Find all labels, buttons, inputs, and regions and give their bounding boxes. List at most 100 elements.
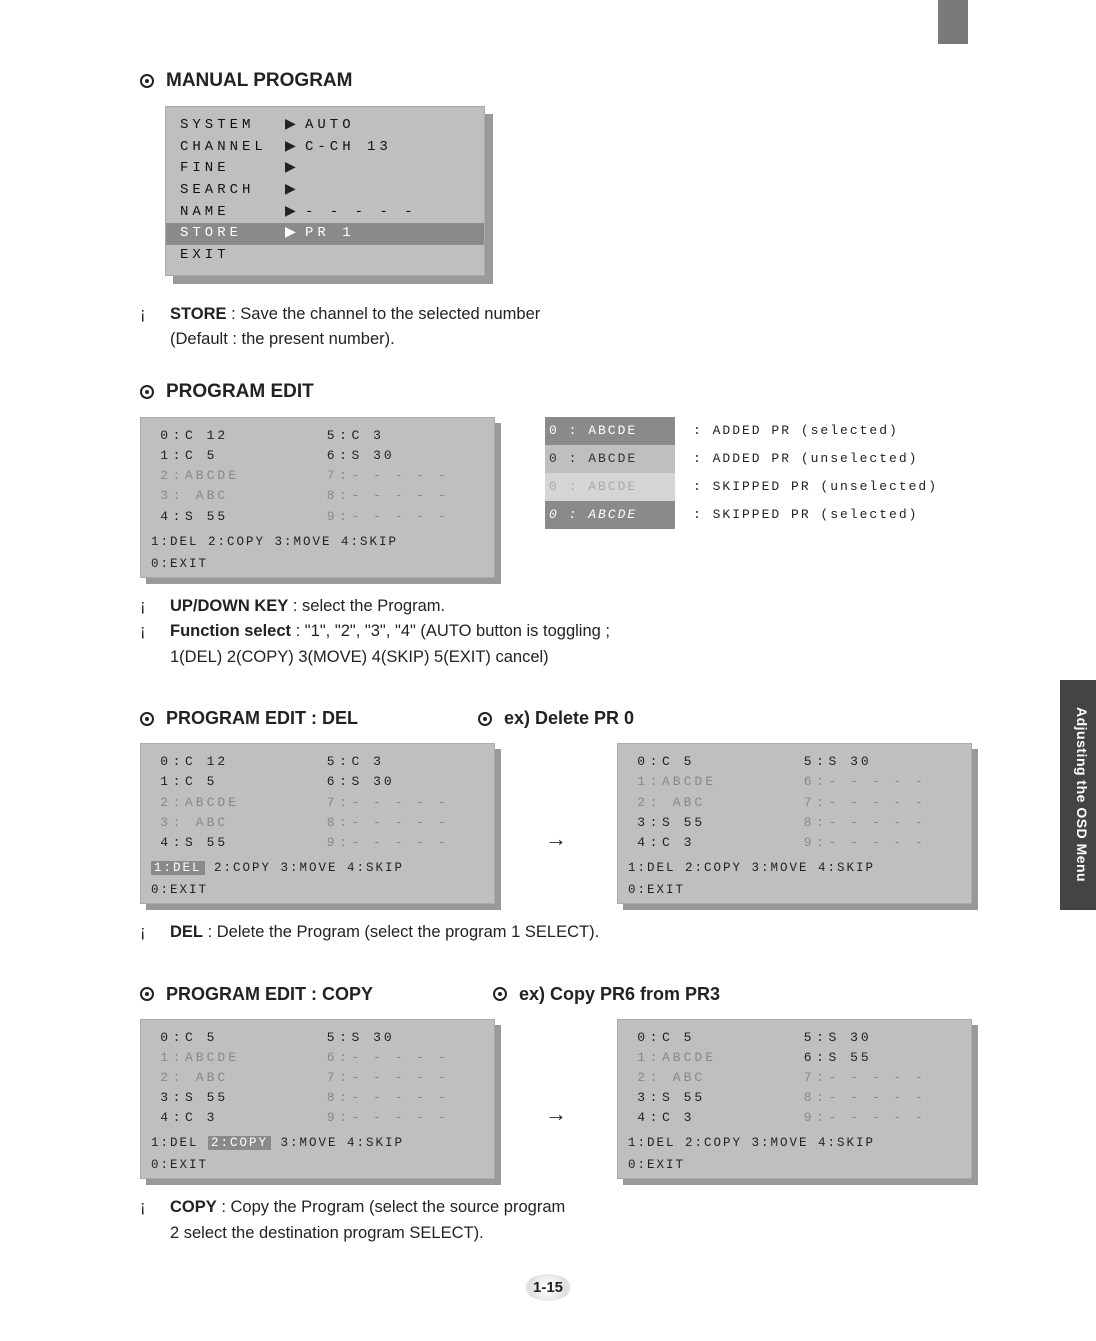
program-edit-grid: 0:C 121:C 52:ABCDE3: ABC4:S 55 5:C 36:S 3…: [140, 417, 495, 578]
arrow-right-icon: →: [545, 1101, 567, 1127]
note-text: : Save the channel to the selected numbe…: [227, 305, 541, 323]
grid-row: 2:ABCDE: [151, 466, 318, 486]
bullet-ring-icon: [140, 712, 154, 726]
grid-row: 8:- - - - -: [795, 813, 962, 833]
del-note: ¡ DEL : Delete the Program (select the p…: [140, 920, 956, 946]
grid-row: 0:C 12: [151, 752, 318, 772]
title-text: ex) Copy PR6 from PR3: [519, 984, 720, 1005]
menu-row: CHANNEL▶C-CH 13: [180, 137, 470, 159]
menu-row: SEARCH▶: [180, 180, 470, 202]
grid-row: 4:S 55: [151, 833, 318, 853]
del-titles: PROGRAM EDIT : DEL ex) Delete PR 0: [140, 698, 956, 743]
grid-row: 5:S 30: [795, 1028, 962, 1048]
grid-commands: 1:DEL 2:COPY 3:MOVE 4:SKIP: [628, 861, 961, 875]
grid-row: 5:C 3: [318, 426, 485, 446]
side-chapter-tab: Adjusting the OSD Menu: [1060, 680, 1096, 910]
legend-row: 0 : ABCDE: SKIPPED PR (unselected): [545, 473, 938, 501]
menu-row: EXIT: [180, 245, 470, 267]
menu-row: FINE▶: [180, 158, 470, 180]
grid-row: 7:- - - - -: [318, 1068, 485, 1088]
title-text: PROGRAM EDIT : DEL: [166, 708, 358, 729]
grid-commands: 1:DEL 2:COPY 3:MOVE 4:SKIP: [151, 535, 484, 549]
grid-row: 2: ABC: [628, 1068, 795, 1088]
grid-row: 1:ABCDE: [628, 1048, 795, 1068]
grid-row: 7:- - - - -: [795, 1068, 962, 1088]
grid-row: 4:C 3: [628, 833, 795, 853]
section-program-edit-title: PROGRAM EDIT: [140, 381, 956, 403]
grid-row: 5:S 30: [318, 1028, 485, 1048]
grid-row: 9:- - - - -: [795, 833, 962, 853]
grid-commands-exit: 0:EXIT: [628, 1158, 961, 1172]
grid-row: 5:S 30: [795, 752, 962, 772]
title-text: MANUAL PROGRAM: [166, 70, 352, 92]
grid-commands-exit: 0:EXIT: [151, 557, 484, 571]
grid-row: 9:- - - - -: [318, 833, 485, 853]
note-text: : "1", "2", "3", "4" (AUTO button is tog…: [291, 622, 610, 640]
title-text: PROGRAM EDIT: [166, 381, 314, 403]
grid-row: 3:S 55: [628, 813, 795, 833]
copy-note: ¡ COPY : Copy the Program (select the so…: [140, 1195, 956, 1246]
grid-row: 3:S 55: [628, 1088, 795, 1108]
section-copy-title: PROGRAM EDIT : COPY: [140, 984, 373, 1005]
bullet-ring-icon: [140, 74, 154, 88]
legend-row: 0 : ABCDE: SKIPPED PR (selected): [545, 501, 938, 529]
grid-row: 9:- - - - -: [795, 1108, 962, 1128]
grid-row: 1:C 5: [151, 772, 318, 792]
note-strong: DEL: [170, 923, 203, 941]
page-number: 1-15: [140, 1274, 956, 1301]
title-text: PROGRAM EDIT : COPY: [166, 984, 373, 1005]
program-edit-grid-wrap: 0:C 121:C 52:ABCDE3: ABC4:S 55 5:C 36:S 3…: [140, 417, 495, 578]
bullet-ring-icon: [140, 987, 154, 1001]
grid-row: 0:C 5: [151, 1028, 318, 1048]
menu-row: STORE▶PR 1: [166, 223, 484, 245]
grid-row: 0:C 12: [151, 426, 318, 446]
note-text: : select the Program.: [288, 597, 445, 615]
copy-titles: PROGRAM EDIT : COPY ex) Copy PR6 from PR…: [140, 974, 956, 1019]
grid-row: 3: ABC: [151, 486, 318, 506]
grid-row: 7:- - - - -: [795, 793, 962, 813]
title-text: ex) Delete PR 0: [504, 708, 634, 729]
grid-commands: 1:DEL 2:COPY 3:MOVE 4:SKIP: [151, 861, 484, 875]
grid-row: 1:ABCDE: [628, 772, 795, 792]
note-strong: Function select: [170, 622, 291, 640]
bullet-ring-icon: [493, 987, 507, 1001]
legend-row: 0 : ABCDE: ADDED PR (selected): [545, 417, 938, 445]
grid-row: 8:- - - - -: [318, 813, 485, 833]
grid-row: 6:- - - - -: [795, 772, 962, 792]
note-strong: STORE: [170, 305, 227, 323]
grid-row: 0:C 5: [628, 752, 795, 772]
note-strong: UP/DOWN KEY: [170, 597, 288, 615]
note-text: : Copy the Program (select the source pr…: [217, 1198, 565, 1216]
section-del-ex-title: ex) Delete PR 0: [478, 708, 634, 729]
section-manual-program-title: MANUAL PROGRAM: [140, 70, 956, 92]
top-corner-accent: [938, 0, 968, 44]
grid-row: 4:C 3: [151, 1108, 318, 1128]
grid-commands-exit: 0:EXIT: [151, 1158, 484, 1172]
grid-commands-exit: 0:EXIT: [628, 883, 961, 897]
manual-program-menu: SYSTEM▶AUTOCHANNEL▶C-CH 13FINE▶SEARCH▶NA…: [165, 106, 485, 276]
grid-row: 8:- - - - -: [318, 1088, 485, 1108]
grid-commands: 1:DEL 2:COPY 3:MOVE 4:SKIP: [151, 1136, 484, 1150]
del-before-grid: 0:C 121:C 52:ABCDE3: ABC4:S 555:C 36:S 3…: [140, 743, 495, 904]
note-line2: 2 select the destination program SELECT)…: [170, 1221, 956, 1247]
grid-row: 2: ABC: [628, 793, 795, 813]
grid-row: 0:C 5: [628, 1028, 795, 1048]
grid-row: 6:- - - - -: [318, 1048, 485, 1068]
grid-row: 4:C 3: [628, 1108, 795, 1128]
grid-row: 4:S 55: [151, 507, 318, 527]
grid-row: 6:S 30: [318, 772, 485, 792]
del-grids: 0:C 121:C 52:ABCDE3: ABC4:S 555:C 36:S 3…: [140, 743, 956, 904]
grid-row: 8:- - - - -: [318, 486, 485, 506]
grid-row: 6:S 30: [318, 446, 485, 466]
copy-after-grid: 0:C 51:ABCDE2: ABC3:S 554:C 35:S 306:S 5…: [617, 1019, 972, 1180]
manual-program-note: ¡ STORE : Save the channel to the select…: [140, 302, 956, 353]
grid-row: 1:ABCDE: [151, 1048, 318, 1068]
grid-row: 1:C 5: [151, 446, 318, 466]
legend-row: 0 : ABCDE: ADDED PR (unselected): [545, 445, 938, 473]
grid-row: 5:C 3: [318, 752, 485, 772]
grid-row: 7:- - - - -: [318, 793, 485, 813]
note-line2: (Default : the present number).: [170, 327, 956, 353]
grid-row: 2:ABCDE: [151, 793, 318, 813]
copy-before-grid: 0:C 51:ABCDE2: ABC3:S 554:C 35:S 306:- -…: [140, 1019, 495, 1180]
grid-commands-exit: 0:EXIT: [151, 883, 484, 897]
